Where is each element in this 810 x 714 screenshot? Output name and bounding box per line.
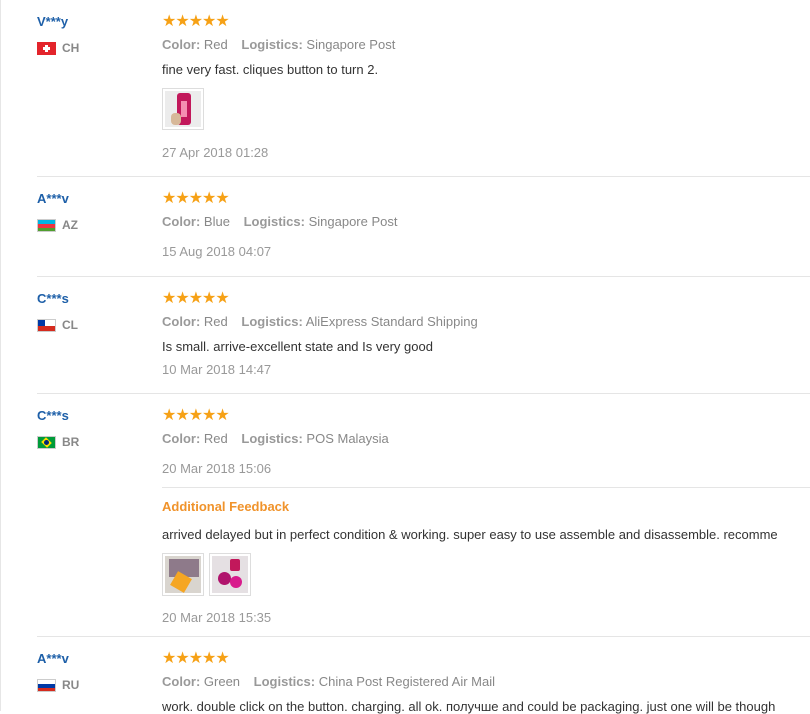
review-date: 15 Aug 2018 04:07 (162, 244, 272, 259)
star-rating: ★★★★★ (162, 13, 230, 30)
reviewer-name: A***v (37, 191, 69, 206)
review-text: fine very fast. cliques button to turn 2… (162, 62, 379, 77)
flag-az-icon (37, 218, 56, 232)
logistics-value: POS Malaysia (306, 431, 389, 446)
star-rating: ★★★★★ (162, 290, 230, 307)
logistics-label: Logistics: (241, 314, 303, 329)
logistics-value: China Post Registered Air Mail (318, 674, 496, 689)
review-date: 27 Apr 2018 01:28 (162, 145, 269, 160)
country-code: CL (62, 318, 78, 332)
color-value: Red (203, 431, 228, 446)
order-info: Color: Red Logistics: AliExpress Standar… (162, 314, 478, 329)
reviewer-name: C***s (37, 291, 69, 306)
country-code: AZ (62, 218, 78, 232)
color-label: Color: (162, 674, 201, 689)
review-item: C***s CL ★★★★★ Color: Red Logistics: Ali… (37, 291, 810, 394)
order-info: Color: Red Logistics: POS Malaysia (162, 431, 389, 446)
review-item: A***v AZ ★★★★★ Color: Blue Logistics: Si… (37, 191, 810, 277)
reviewer-country: CL (37, 318, 78, 332)
order-info: Color: Red Logistics: Singapore Post (162, 37, 395, 52)
review-text: work. double click on the button. chargi… (162, 699, 776, 714)
color-value: Green (203, 674, 241, 689)
flag-br-icon (37, 435, 56, 449)
star-rating: ★★★★★ (162, 650, 230, 667)
color-value: Red (203, 37, 228, 52)
review-text: Is small. arrive-excellent state and Is … (162, 339, 433, 354)
color-label: Color: (162, 314, 201, 329)
country-code: CH (62, 41, 80, 55)
order-info: Color: Blue Logistics: Singapore Post (162, 214, 398, 229)
feedback-photo-thumbnail[interactable] (162, 553, 204, 596)
star-rating: ★★★★★ (162, 190, 230, 207)
reviewer-country: RU (37, 678, 79, 692)
flag-ch-icon (37, 41, 56, 55)
review-item: A***v RU ★★★★★ Color: Green Logistics: C… (37, 650, 810, 714)
logistics-value: Singapore Post (308, 214, 398, 229)
reviewer-name: C***s (37, 408, 69, 423)
color-label: Color: (162, 214, 201, 229)
order-info: Color: Green Logistics: China Post Regis… (162, 674, 495, 689)
logistics-label: Logistics: (241, 37, 303, 52)
additional-feedback-divider (162, 487, 810, 488)
color-label: Color: (162, 37, 201, 52)
logistics-value: Singapore Post (306, 37, 396, 52)
reviewer-country: CH (37, 41, 79, 55)
reviewer-country: BR (37, 435, 79, 449)
review-date: 20 Mar 2018 15:06 (162, 461, 272, 476)
additional-feedback-title: Additional Feedback (162, 499, 290, 514)
country-code: RU (62, 678, 80, 692)
page-left-border (0, 0, 1, 711)
flag-cl-icon (37, 318, 56, 332)
review-item: V***y CH ★★★★★ Color: Red Logistics: Sin… (37, 14, 810, 177)
feedback-photo-thumbnail[interactable] (209, 553, 251, 596)
feedback-date: 20 Mar 2018 15:35 (162, 610, 272, 625)
additional-feedback-text: arrived delayed but in perfect condition… (162, 527, 778, 542)
logistics-label: Logistics: (253, 674, 316, 689)
logistics-label: Logistics: (241, 431, 303, 446)
reviewer-name: A***v (37, 651, 69, 666)
logistics-value: AliExpress Standard Shipping (305, 314, 478, 329)
star-rating: ★★★★★ (162, 407, 230, 424)
review-date: 10 Mar 2018 14:47 (162, 362, 272, 377)
color-value: Red (203, 314, 228, 329)
logistics-label: Logistics: (243, 214, 305, 229)
reviewer-country: AZ (37, 218, 78, 232)
reviewer-name: V***y (37, 14, 69, 29)
review-photo-thumbnail[interactable] (162, 88, 204, 130)
flag-ru-icon (37, 678, 56, 692)
country-code: BR (62, 435, 80, 449)
color-value: Blue (203, 214, 230, 229)
review-item: C***s BR ★★★★★ Color: Red Logistics: POS… (37, 408, 810, 637)
color-label: Color: (162, 431, 201, 446)
